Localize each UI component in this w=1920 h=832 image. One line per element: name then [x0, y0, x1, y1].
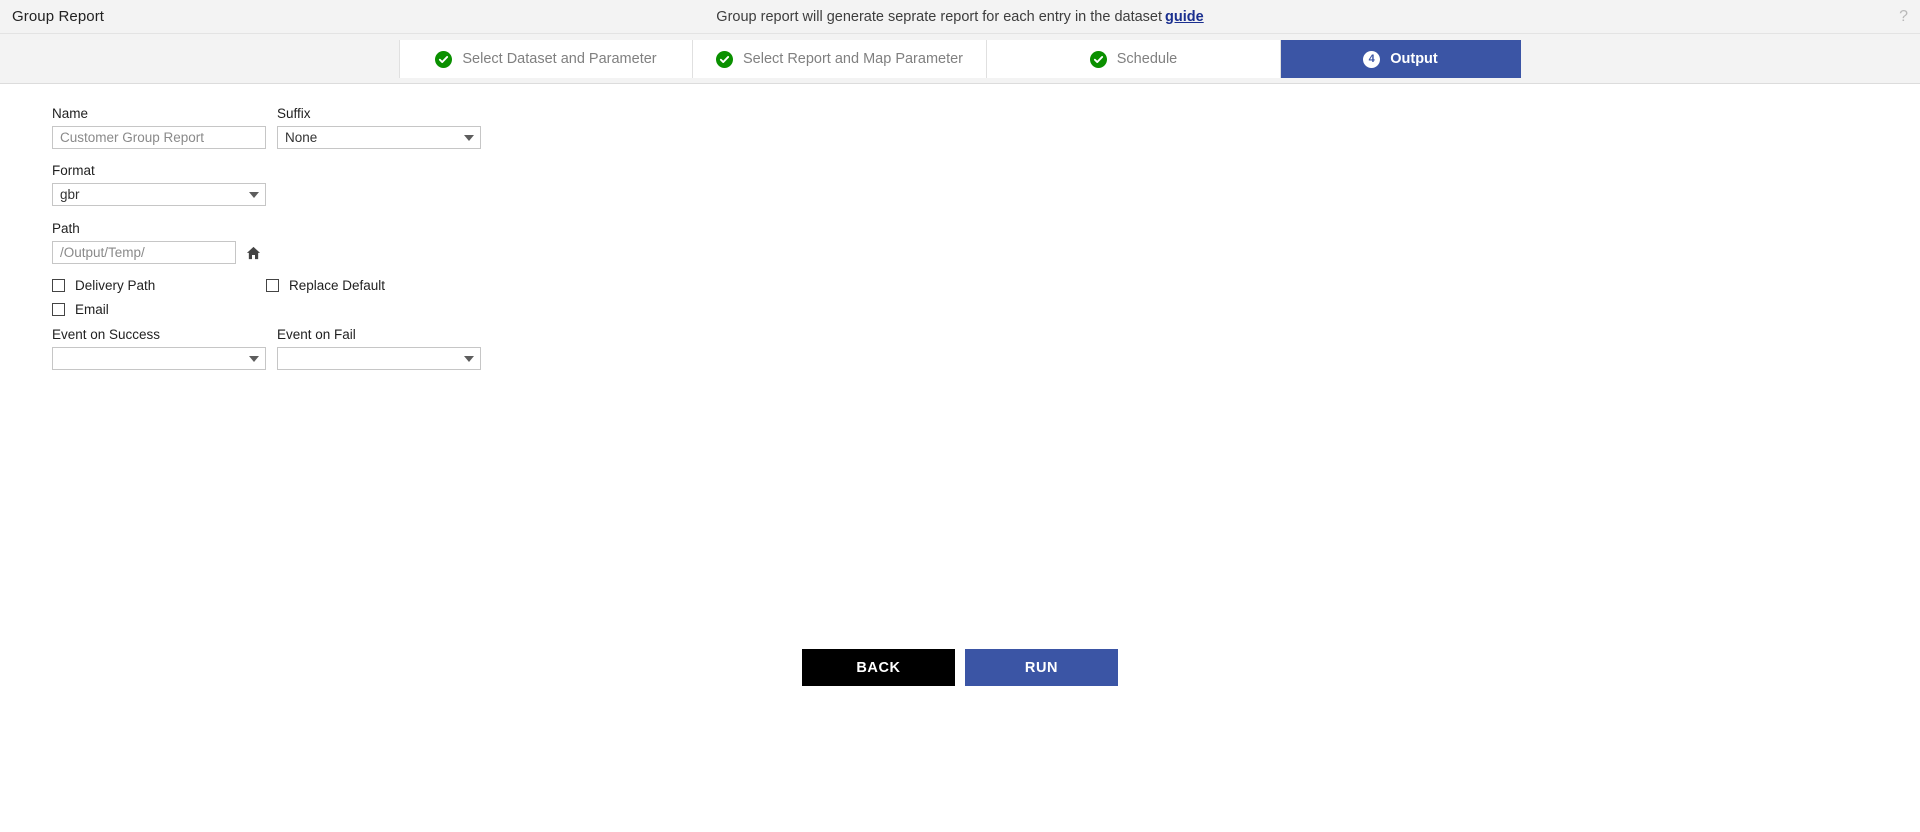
chevron-down-icon	[249, 355, 259, 362]
suffix-value: None	[285, 130, 318, 145]
suffix-select[interactable]: None	[277, 126, 481, 149]
replace-default-checkbox[interactable]: Replace Default	[266, 278, 385, 293]
form-action-bar: BACK RUN	[0, 649, 1920, 686]
event-on-success-group: Event on Success	[52, 327, 266, 370]
checkbox-box-icon	[52, 279, 65, 292]
chevron-down-icon	[249, 191, 259, 198]
step-label: Select Report and Map Parameter	[742, 51, 964, 67]
event-on-fail-select[interactable]	[277, 347, 481, 370]
suffix-field-group: Suffix None	[277, 106, 481, 149]
event-on-success-select[interactable]	[52, 347, 266, 370]
event-on-success-label: Event on Success	[52, 327, 161, 342]
guide-link[interactable]: guide	[1165, 9, 1204, 25]
output-form-panel: Name Customer Group Report Suffix None F…	[0, 84, 1920, 831]
header-description: Group report will generate seprate repor…	[716, 8, 1163, 25]
step-number-badge: 4	[1363, 50, 1381, 68]
chevron-down-icon	[464, 134, 474, 141]
check-icon	[715, 50, 733, 68]
name-field-group: Name Customer Group Report	[52, 106, 266, 149]
path-label: Path	[52, 221, 80, 236]
step-label: Select Dataset and Parameter	[462, 51, 657, 67]
event-on-fail-label: Event on Fail	[277, 327, 356, 342]
format-select[interactable]: gbr	[52, 183, 266, 206]
format-value: gbr	[60, 187, 80, 202]
path-field-group: Path /Output/Temp/	[52, 221, 612, 264]
event-row: Event on Success Event on Fail	[52, 327, 612, 370]
format-field-group: Format gbr	[52, 163, 266, 206]
header-description-wrap: Group report will generate seprate repor…	[0, 9, 1920, 25]
name-suffix-row: Name Customer Group Report Suffix None	[52, 106, 612, 149]
app-header: Group Report Group report will generate …	[0, 0, 1920, 34]
name-label: Name	[52, 106, 89, 121]
step-label: Output	[1390, 51, 1438, 67]
suffix-label: Suffix	[277, 106, 311, 121]
step-output[interactable]: 4 Output	[1281, 40, 1521, 78]
format-label: Format	[52, 163, 95, 178]
back-button[interactable]: BACK	[802, 649, 955, 686]
checkbox-row-one: Delivery Path Replace Default	[52, 278, 612, 293]
step-schedule[interactable]: Schedule	[987, 40, 1281, 78]
event-on-fail-group: Event on Fail	[277, 327, 481, 370]
delivery-path-label: Delivery Path	[75, 278, 156, 293]
name-input[interactable]: Customer Group Report	[52, 126, 266, 149]
output-form: Name Customer Group Report Suffix None F…	[52, 106, 612, 370]
step-select-report-and-map-parameter[interactable]: Select Report and Map Parameter	[693, 40, 987, 78]
run-button[interactable]: RUN	[965, 649, 1118, 686]
wizard-stepper: Select Dataset and Parameter Select Repo…	[0, 34, 1920, 84]
email-checkbox[interactable]: Email	[52, 302, 266, 317]
help-icon[interactable]: ?	[1899, 8, 1908, 25]
step-label: Schedule	[1116, 51, 1178, 67]
chevron-down-icon	[464, 355, 474, 362]
check-icon	[1089, 50, 1107, 68]
path-input[interactable]: /Output/Temp/	[52, 241, 236, 264]
checkbox-box-icon	[52, 303, 65, 316]
replace-default-label: Replace Default	[289, 278, 386, 293]
delivery-path-checkbox[interactable]: Delivery Path	[52, 278, 266, 293]
home-icon[interactable]	[246, 246, 261, 260]
checkbox-row-two: Email	[52, 302, 612, 317]
step-select-dataset-and-parameter[interactable]: Select Dataset and Parameter	[399, 40, 693, 78]
check-icon	[435, 50, 453, 68]
email-label: Email	[75, 302, 109, 317]
checkbox-box-icon	[266, 279, 279, 292]
